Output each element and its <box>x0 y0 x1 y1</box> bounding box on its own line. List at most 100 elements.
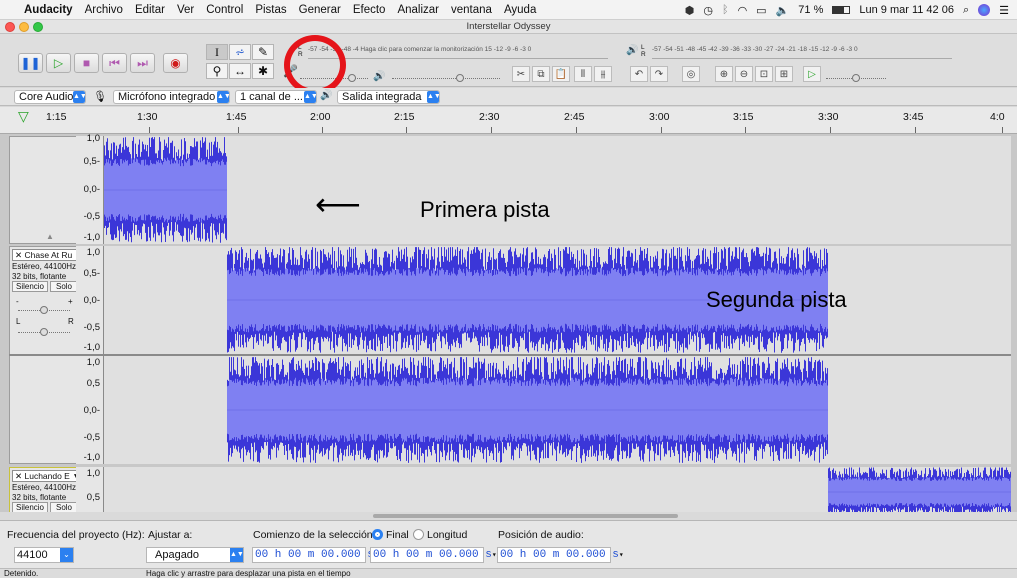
snap-to-value: Apagado <box>155 549 200 561</box>
track2-gain-knob[interactable] <box>40 306 48 314</box>
spotlight-search-icon[interactable]: ⌕ <box>963 4 969 17</box>
track2-gain-slider[interactable] <box>18 306 70 314</box>
menu-generar[interactable]: Generar <box>293 4 347 16</box>
sync-lock-icon[interactable]: ◎ <box>682 66 700 82</box>
audio-position-value: 00 h 00 m 00.000 s <box>500 549 619 561</box>
undo-icon[interactable]: ↶ <box>630 66 648 82</box>
zoom-out-icon[interactable]: ⊖ <box>735 66 753 82</box>
chevron-down-icon: ▲▼ <box>304 91 316 103</box>
audio-host-select[interactable]: Core Audio ▲▼ <box>14 90 86 104</box>
project-rate-select[interactable]: 44100 ⌄ <box>14 547 74 563</box>
menu-ver[interactable]: Ver <box>171 4 200 16</box>
timeline-ruler[interactable]: ▽ 1:15 1:30 1:45 2:00 2:15 2:30 2:45 3:00 3:15 3… <box>0 107 1017 134</box>
multi-tool-icon[interactable]: ✱ <box>252 63 274 79</box>
track3-format-info: Estéreo, 44100Hz <box>12 483 77 492</box>
playback-volume-knob[interactable] <box>456 74 464 82</box>
collapse-track-icon[interactable]: ▲ <box>46 232 54 241</box>
skip-to-end-button[interactable]: ⏭ <box>130 53 155 73</box>
track2-left-channel-scale: 1,0 0,5- 0,0- -0,5 -1,0 <box>76 246 104 354</box>
redo-icon[interactable]: ↷ <box>650 66 668 82</box>
project-rate-value: 44100 <box>17 549 48 561</box>
dropbox-icon[interactable]: ⬢ <box>685 4 695 17</box>
skip-to-start-button[interactable]: ⏮ <box>102 53 127 73</box>
ruler-tick <box>149 127 150 133</box>
selection-tool-icon[interactable]: I <box>206 44 228 60</box>
selection-end-time[interactable]: 00 h 00 m 00.000 s▾ <box>370 547 497 563</box>
menu-control[interactable]: Control <box>200 4 249 16</box>
track3-waveform[interactable] <box>828 467 1011 512</box>
silence-icon[interactable]: ⫵ <box>594 66 612 82</box>
wifi-icon[interactable]: ◠ <box>738 4 748 17</box>
track3-mute-button[interactable]: Silencio <box>12 502 48 512</box>
track2-mute-button[interactable]: Silencio <box>12 281 48 292</box>
end-radio-selected[interactable] <box>372 529 383 540</box>
snap-to-select[interactable]: Apagado ▲▼ <box>146 547 244 563</box>
scale-label: 0,5 <box>86 378 100 389</box>
record-volume-knob[interactable] <box>348 74 356 82</box>
track2-solo-button[interactable]: Solo <box>50 281 78 292</box>
track2-pan-slider[interactable] <box>18 328 70 336</box>
timeshift-tool-icon[interactable]: ↔ <box>229 63 251 79</box>
app-menu[interactable]: Audacity <box>18 4 79 16</box>
play-head-toggle-icon[interactable]: ▽ <box>18 108 29 125</box>
menu-pistas[interactable]: Pistas <box>249 4 292 16</box>
track1-background[interactable] <box>104 136 1011 244</box>
zoom-in-icon[interactable]: ⊕ <box>715 66 733 82</box>
length-radio[interactable] <box>413 529 424 540</box>
volume-icon[interactable]: 🔈 <box>776 4 790 17</box>
selection-start-time[interactable]: 00 h 00 m 00.000 s▾ <box>252 547 379 563</box>
track1-waveform[interactable] <box>104 136 227 244</box>
airplay-icon[interactable]: ▭ <box>756 4 766 17</box>
playback-meter[interactable]: -57 -54 -51 -48 -45 -42 -39 -36 -33 -30 … <box>652 46 952 59</box>
battery-percent[interactable]: 71 % <box>798 4 823 16</box>
scale-label: 0,0- <box>83 405 100 416</box>
stop-button[interactable]: ■ <box>74 53 99 73</box>
menu-ventana[interactable]: ventana <box>445 4 498 16</box>
play-at-speed-knob[interactable] <box>852 74 860 82</box>
output-device-select[interactable]: Salida integrada ▲▼ <box>337 90 440 104</box>
length-radio-label[interactable]: Longitud <box>427 529 467 541</box>
system-status-area: ⬢ ◷ ᛒ ◠ ▭ 🔈 71 % Lun 9 mar 11 42 06 ⌕ ☰ <box>685 0 1009 20</box>
horizontal-scroll-thumb[interactable] <box>373 514 678 518</box>
draw-tool-icon[interactable]: ✎ <box>252 44 274 60</box>
menu-ayuda[interactable]: Ayuda <box>498 4 542 16</box>
track2-format-info: Estéreo, 44100Hz <box>12 262 77 271</box>
pause-button[interactable]: ❚❚ <box>18 53 43 73</box>
envelope-tool-icon[interactable]: ⩫ <box>229 44 251 60</box>
end-radio-label[interactable]: Final <box>386 529 409 541</box>
time-format-menu-icon[interactable]: ▾ <box>492 551 497 560</box>
gain-minus-label: - <box>16 297 19 306</box>
track2-right-waveform[interactable] <box>227 356 828 464</box>
bluetooth-icon[interactable]: ᛒ <box>722 4 729 16</box>
menu-editar[interactable]: Editar <box>129 4 171 16</box>
fit-project-icon[interactable]: ⊞ <box>775 66 793 82</box>
notification-center-icon[interactable]: ☰ <box>999 4 1009 17</box>
input-channels-select[interactable]: 1 canal de ... ▲▼ <box>235 90 317 104</box>
input-device-select[interactable]: Micrófono integrado ▲▼ <box>113 90 230 104</box>
play-button[interactable]: ▷ <box>46 53 71 73</box>
horizontal-scrollbar[interactable] <box>0 512 1017 520</box>
zoom-tool-icon[interactable]: ⚲ <box>206 63 228 79</box>
playback-volume-slider[interactable] <box>392 74 500 82</box>
time-machine-icon[interactable]: ◷ <box>703 4 713 17</box>
record-meter[interactable]: -57 -54 -51 -48 -4 Haga clic para comenz… <box>308 46 608 59</box>
record-button[interactable]: ◉ <box>163 53 188 73</box>
paste-icon[interactable]: 📋 <box>552 66 570 82</box>
track3-solo-button[interactable]: Solo <box>50 502 78 512</box>
fit-selection-icon[interactable]: ⊡ <box>755 66 773 82</box>
trim-icon[interactable]: ⫴ <box>574 66 592 82</box>
playback-meter-speaker-icon[interactable]: 🔊 <box>626 45 638 56</box>
cut-icon[interactable]: ✂ <box>512 66 530 82</box>
track2-pan-knob[interactable] <box>40 328 48 336</box>
menu-efecto[interactable]: Efecto <box>347 4 392 16</box>
siri-icon[interactable] <box>978 4 991 16</box>
battery-icon[interactable] <box>832 6 851 14</box>
copy-icon[interactable]: ⧉ <box>532 66 550 82</box>
menu-archivo[interactable]: Archivo <box>79 4 129 16</box>
audio-position-time[interactable]: 00 h 00 m 00.000 s▾ <box>497 547 624 563</box>
time-format-menu-icon[interactable]: ▾ <box>619 551 624 560</box>
play-at-speed-icon[interactable]: ▷ <box>803 66 821 82</box>
menu-analizar[interactable]: Analizar <box>391 4 445 16</box>
menubar-clock[interactable]: Lun 9 mar 11 42 06 <box>859 4 954 16</box>
play-at-speed-slider[interactable] <box>826 74 886 82</box>
